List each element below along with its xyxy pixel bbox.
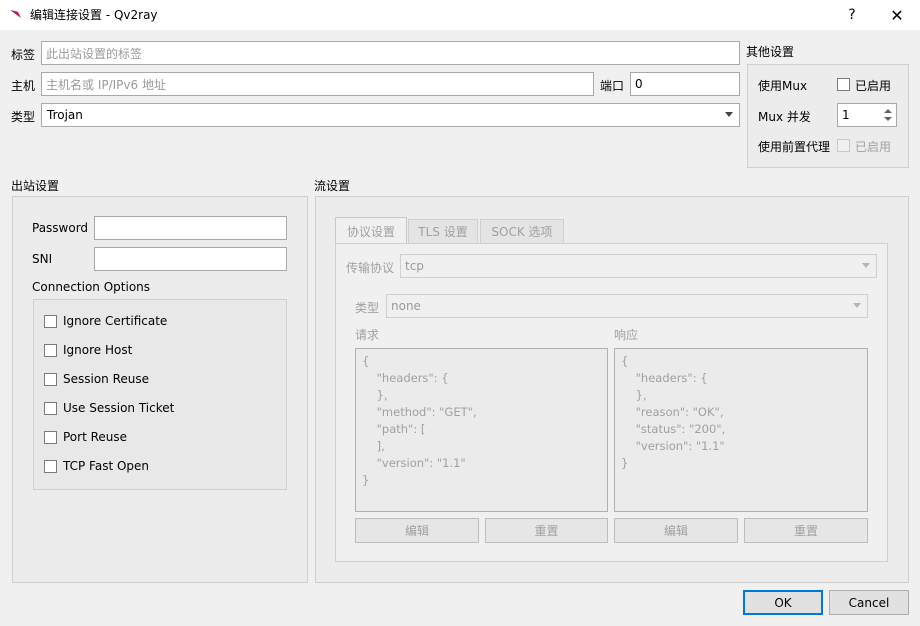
help-button[interactable]: ? [829,0,875,30]
tag-input[interactable]: 此出站设置的标签 [41,41,740,65]
sni-input[interactable] [94,247,287,271]
use-proxy-checkbox[interactable] [837,139,850,152]
tab-tls-settings[interactable]: TLS 设置 [408,219,478,243]
response-edit-button[interactable]: 编辑 [614,518,738,543]
transport-label: 传输协议 [346,261,395,275]
host-input[interactable]: 主机名或 IP/IPv6 地址 [41,72,594,96]
use-mux-checkbox[interactable] [837,78,850,91]
use-mux-label: 使用Mux [758,79,808,93]
ignore-host-checkbox[interactable] [44,344,57,357]
tab-protocol-settings[interactable]: 协议设置 [335,217,407,244]
tag-label: 标签 [11,48,36,62]
type-select[interactable]: Trojan [41,103,740,127]
password-label: Password [32,221,89,235]
tcp-fast-open-checkbox[interactable] [44,460,57,473]
use-proxy-checkbox-label: 已启用 [855,140,892,154]
chevron-down-icon [853,303,861,308]
port-value: 0 [635,77,643,91]
outbound-settings-title: 出站设置 [11,179,60,193]
use-proxy-label: 使用前置代理 [758,140,831,154]
ignore-certificate-checkbox[interactable] [44,315,57,328]
ignore-host-label: Ignore Host [63,343,133,357]
spin-arrows-icon[interactable] [881,105,895,125]
sni-label: SNI [32,252,53,266]
chevron-down-icon [725,112,733,117]
tag-placeholder: 此出站设置的标签 [46,46,143,61]
other-settings-title: 其他设置 [746,45,795,59]
ignore-certificate-label: Ignore Certificate [63,314,168,328]
qv2ray-logo-icon [10,10,21,18]
stream-settings-title: 流设置 [314,179,351,193]
response-reset-button[interactable]: 重置 [744,518,868,543]
port-input[interactable]: 0 [630,72,740,96]
response-textarea[interactable]: { "headers": { }, "reason": "OK", "statu… [614,348,868,512]
session-reuse-label: Session Reuse [63,372,150,386]
type-value: Trojan [47,108,83,122]
transport-value: tcp [405,259,424,273]
chevron-down-icon [862,263,870,268]
port-reuse-label: Port Reuse [63,430,128,444]
tcp-fast-open-label: TCP Fast Open [63,459,150,473]
ok-button[interactable]: OK [743,590,823,615]
session-reuse-checkbox[interactable] [44,373,57,386]
tab-sock-options[interactable]: SOCK 选项 [480,219,564,243]
header-type-select[interactable]: none [386,294,868,318]
mux-concurrency-value: 1 [842,108,850,122]
type-label: 类型 [11,110,36,124]
connection-options-label: Connection Options [32,280,151,294]
request-textarea[interactable]: { "headers": { }, "method": "GET", "path… [355,348,608,512]
cancel-button[interactable]: Cancel [829,590,909,615]
request-reset-button[interactable]: 重置 [485,518,608,543]
use-session-ticket-label: Use Session Ticket [63,401,175,415]
response-label: 响应 [614,328,639,342]
header-type-value: none [391,299,421,313]
host-label: 主机 [11,79,36,93]
request-edit-button[interactable]: 编辑 [355,518,479,543]
use-session-ticket-checkbox[interactable] [44,402,57,415]
header-type-label: 类型 [355,301,380,315]
window-title: 编辑连接设置 - Qv2ray [30,8,158,22]
transport-select[interactable]: tcp [400,254,877,278]
request-label: 请求 [355,328,380,342]
mux-concurrency-label: Mux 并发 [758,110,811,124]
password-input[interactable] [94,216,287,240]
use-mux-checkbox-label: 已启用 [855,79,892,93]
port-label: 端口 [600,79,625,93]
host-placeholder: 主机名或 IP/IPv6 地址 [46,77,166,92]
port-reuse-checkbox[interactable] [44,431,57,444]
mux-concurrency-spinbox[interactable]: 1 [837,103,897,127]
close-button[interactable]: ✕ [874,0,920,30]
